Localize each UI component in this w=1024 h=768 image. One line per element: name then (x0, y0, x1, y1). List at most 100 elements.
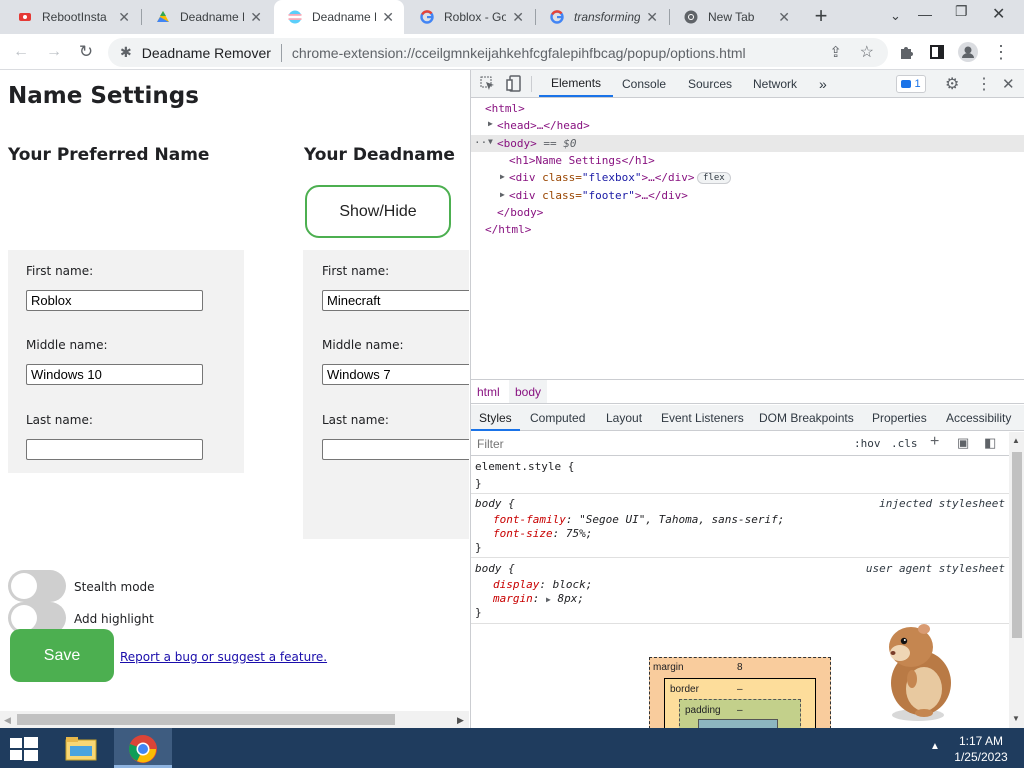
tab-elements[interactable]: Elements (539, 70, 614, 97)
extensions-puzzle-icon[interactable] (895, 41, 917, 63)
scrollbar-thumb[interactable] (1012, 452, 1022, 638)
window-close-icon[interactable]: ✕ (992, 4, 1005, 24)
deadname-last-input[interactable] (322, 439, 469, 460)
toggle-sidebar-icon[interactable]: ◧ (984, 435, 996, 451)
tab-deadname-active[interactable]: Deadname R ✕ (274, 0, 404, 34)
dom-node-head[interactable]: <head>…</head> (497, 119, 590, 132)
close-icon[interactable]: ✕ (118, 9, 130, 26)
dom-node-body-close[interactable]: </body> (497, 206, 543, 219)
close-icon[interactable]: ✕ (250, 9, 262, 26)
tab-layout[interactable]: Layout (606, 411, 642, 425)
dom-node-h1[interactable]: <h1>Name Settings</h1> (509, 154, 655, 167)
tab-rebootinsta[interactable]: RebootInsta ✕ (4, 0, 140, 34)
file-explorer-icon[interactable] (64, 734, 98, 762)
rule-property[interactable]: font-size: 75%; (493, 527, 592, 540)
padding-value[interactable]: – (737, 705, 743, 716)
back-arrow-icon[interactable]: ← (10, 41, 32, 63)
flex-badge[interactable]: flex (697, 172, 731, 184)
deadname-first-input[interactable]: Minecraft (322, 290, 469, 311)
reload-icon[interactable]: ↻ (75, 41, 97, 63)
expand-triangle-icon[interactable]: ▶ (500, 190, 505, 199)
tab-new-tab[interactable]: New Tab ✕ (670, 0, 800, 34)
margin-value[interactable]: 8 (737, 662, 743, 673)
dom-node-html-close[interactable]: </html> (485, 223, 531, 236)
tab-search-chevron-icon[interactable]: ⌄ (890, 8, 901, 24)
tab-network[interactable]: Network (753, 70, 797, 97)
menu-kebab-icon[interactable]: ⋮ (990, 41, 1012, 63)
close-icon[interactable]: ✕ (646, 9, 658, 26)
breadcrumb-body[interactable]: body (509, 380, 548, 403)
more-tabs-icon[interactable]: » (819, 70, 827, 97)
styles-vertical-scrollbar[interactable]: ▲ ▼ (1009, 432, 1024, 728)
expand-triangle-icon[interactable]: ▶ (500, 172, 505, 181)
address-bar[interactable]: ✱ Deadname Remover chrome-extension://cc… (108, 38, 888, 67)
horizontal-scrollbar[interactable]: ◀ ▶ (0, 711, 469, 728)
close-icon[interactable]: ✕ (512, 9, 524, 26)
add-rule-plus-icon[interactable]: + (930, 433, 939, 451)
paint-icon[interactable]: ▣ (957, 435, 969, 451)
issues-badge[interactable]: 1 (896, 75, 926, 93)
devtools-close-icon[interactable]: ✕ (1002, 75, 1015, 93)
bookmark-star-icon[interactable]: ☆ (860, 42, 874, 62)
element-style-selector[interactable]: element.style { (475, 460, 574, 473)
expand-triangle-icon[interactable]: ▶ (488, 119, 493, 128)
tab-event-listeners[interactable]: Event Listeners (661, 411, 744, 425)
border-value[interactable]: – (737, 684, 743, 695)
tab-deadname-1[interactable]: Deadname R ✕ (142, 0, 272, 34)
tab-computed[interactable]: Computed (530, 411, 585, 425)
preferred-middle-input[interactable]: Windows 10 (26, 364, 203, 385)
devtools-settings-gear-icon[interactable]: ⚙ (945, 74, 959, 94)
scroll-down-icon[interactable]: ▼ (1012, 714, 1020, 723)
tab-dom-breakpoints[interactable]: DOM Breakpoints (759, 411, 854, 425)
rule-selector[interactable]: body { (475, 562, 515, 575)
new-tab-button[interactable]: + (810, 5, 832, 27)
scroll-up-icon[interactable]: ▲ (1012, 436, 1020, 445)
rule-selector[interactable]: body { (475, 497, 515, 510)
dom-node-div-flexbox[interactable]: <div class="flexbox">…</div> (509, 171, 694, 184)
close-icon[interactable]: ✕ (778, 9, 790, 26)
restore-icon[interactable]: ❐ (955, 3, 968, 20)
report-bug-link[interactable]: Report a bug or suggest a feature. (120, 650, 327, 664)
chrome-taskbar-button[interactable] (114, 728, 172, 768)
tray-chevron-icon[interactable]: ▲ (930, 741, 940, 752)
stealth-mode-toggle[interactable] (8, 570, 66, 602)
expand-triangle-icon[interactable]: ▶ (546, 595, 551, 604)
deadname-middle-input[interactable]: Windows 7 (322, 364, 469, 385)
dom-node-div-footer[interactable]: <div class="footer">…</div> (509, 189, 688, 202)
tab-accessibility[interactable]: Accessibility (946, 411, 1011, 425)
close-icon[interactable]: ✕ (382, 9, 394, 26)
taskbar-clock[interactable]: 1:17 AM 1/25/2023 (948, 733, 1014, 765)
styles-filter-input[interactable] (473, 434, 845, 454)
breadcrumb-html[interactable]: html (477, 385, 500, 399)
dom-node-html[interactable]: <html> (485, 102, 525, 115)
side-panel-icon[interactable] (926, 41, 948, 63)
minimize-icon[interactable]: — (918, 6, 932, 22)
tab-roblox-google[interactable]: Roblox - Go ✕ (406, 0, 534, 34)
windows-start-icon[interactable] (10, 737, 38, 761)
preferred-first-input[interactable]: Roblox (26, 290, 203, 311)
box-model-padding[interactable]: padding – (679, 699, 801, 732)
tab-properties[interactable]: Properties (872, 411, 927, 425)
tab-styles[interactable]: Styles (471, 405, 520, 431)
forward-arrow-icon[interactable]: → (43, 41, 65, 63)
box-model-margin[interactable]: margin 8 border – padding – (649, 657, 831, 732)
hov-toggle[interactable]: :hov (854, 437, 881, 450)
profile-avatar-icon[interactable] (957, 41, 979, 63)
box-model-border[interactable]: border – padding – (664, 678, 816, 732)
save-button[interactable]: Save (10, 629, 114, 682)
collapse-triangle-icon[interactable]: ▼ (488, 137, 493, 146)
show-hide-button[interactable]: Show/Hide (305, 185, 451, 238)
cls-toggle[interactable]: .cls (891, 437, 918, 450)
tab-transforming[interactable]: transforming ✕ (536, 0, 668, 34)
scroll-right-icon[interactable]: ▶ (457, 715, 464, 726)
device-toolbar-icon[interactable] (506, 75, 522, 92)
preferred-last-input[interactable] (26, 439, 203, 460)
rule-property[interactable]: font-family: "Segoe UI", Tahoma, sans-se… (493, 513, 784, 526)
tab-sources[interactable]: Sources (688, 70, 732, 97)
rule-property[interactable]: margin: ▶ 8px; (493, 592, 584, 605)
rule-property[interactable]: display: block; (493, 578, 592, 591)
devtools-menu-kebab-icon[interactable]: ⋮ (976, 74, 992, 94)
tab-console[interactable]: Console (622, 70, 666, 97)
share-icon[interactable]: ⇪ (829, 43, 842, 61)
inspect-element-icon[interactable] (480, 76, 495, 91)
